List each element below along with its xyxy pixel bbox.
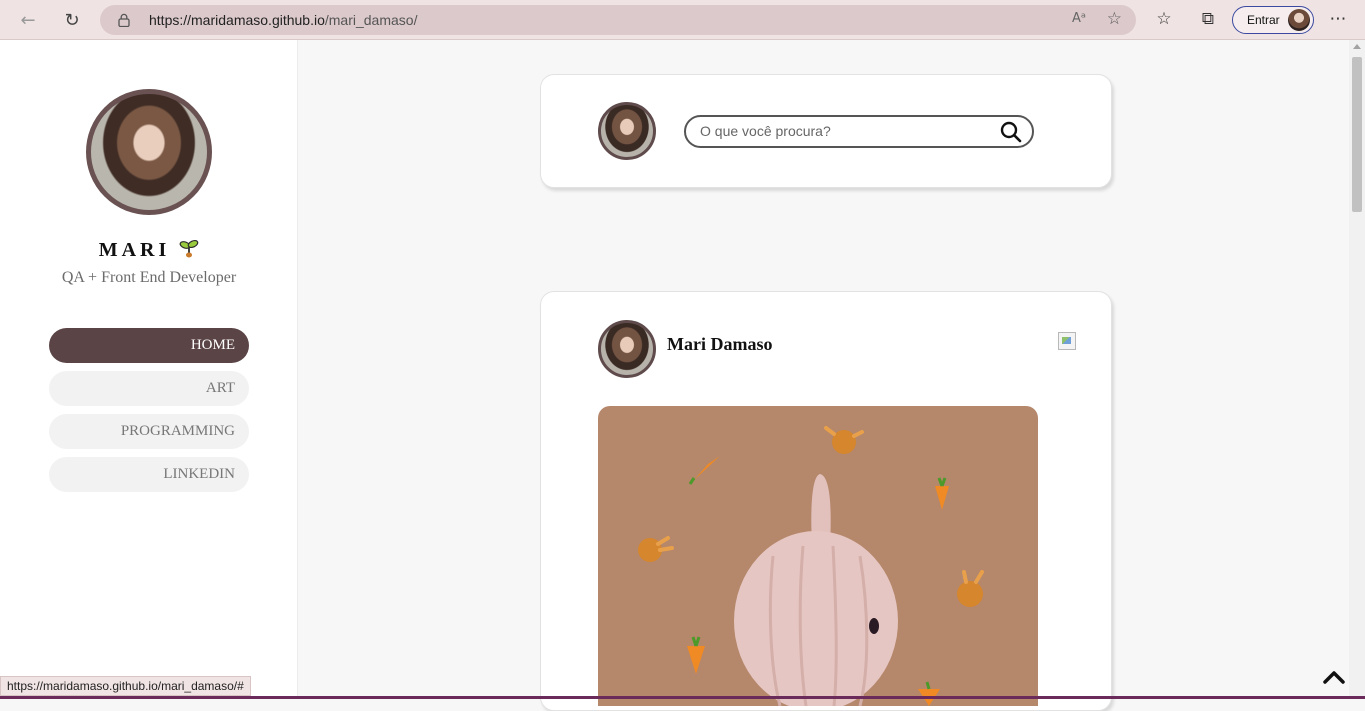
scrollbar-thumb[interactable] bbox=[1352, 57, 1362, 212]
pink-creature bbox=[734, 474, 898, 706]
profile-name-text: MARI bbox=[98, 239, 171, 261]
broken-image-icon[interactable] bbox=[1058, 332, 1076, 350]
address-bar[interactable]: https://maridamaso.github.io/mari_damaso… bbox=[100, 5, 1136, 35]
url-host: https://maridamaso.github.io bbox=[149, 12, 325, 28]
bunny-icon bbox=[957, 570, 984, 607]
reload-icon[interactable]: ↻ bbox=[60, 8, 84, 32]
signin-label: Entrar bbox=[1247, 13, 1280, 27]
carrot-icon bbox=[687, 636, 705, 674]
profile-name: MARI bbox=[0, 238, 298, 262]
url-text: https://maridamaso.github.io/mari_damaso… bbox=[149, 12, 417, 28]
favorites-icon[interactable]: ☆ bbox=[1153, 8, 1175, 30]
more-icon[interactable]: ⋯ bbox=[1327, 8, 1349, 30]
sidebar: MARI QA + Front End Developer HOME ART P… bbox=[0, 40, 298, 699]
browser-toolbar: ← ↻ https://maridamaso.github.io/mari_da… bbox=[0, 0, 1365, 40]
url-path: /mari_damaso/ bbox=[324, 12, 418, 28]
scrollbar[interactable] bbox=[1349, 40, 1365, 699]
search-avatar bbox=[598, 102, 656, 160]
lock-icon bbox=[118, 13, 130, 27]
status-bar-url: https://maridamaso.github.io/mari_damaso… bbox=[0, 676, 251, 696]
profile-avatar bbox=[1288, 9, 1310, 31]
nav-home[interactable]: HOME bbox=[49, 328, 249, 363]
scroll-up-arrow[interactable] bbox=[1353, 44, 1361, 49]
profile-role: QA + Front End Developer bbox=[61, 269, 237, 286]
post-image bbox=[598, 406, 1038, 706]
nav-linkedin[interactable]: LINKEDIN bbox=[49, 457, 249, 492]
profile-photo bbox=[86, 89, 212, 215]
post-author-name: Mari Damaso bbox=[667, 334, 773, 354]
carrot-icon bbox=[918, 681, 940, 706]
bunny-icon bbox=[638, 536, 674, 562]
search-icon[interactable] bbox=[1000, 121, 1022, 143]
search-input[interactable] bbox=[700, 123, 990, 139]
nav-art[interactable]: ART bbox=[49, 371, 249, 406]
post-card: Mari Damaso bbox=[540, 291, 1112, 711]
signin-button[interactable]: Entrar bbox=[1232, 6, 1314, 34]
carrot-icon bbox=[935, 477, 949, 510]
collections-icon[interactable]: ⧉ bbox=[1197, 8, 1219, 30]
post-artwork bbox=[638, 426, 984, 706]
search-card bbox=[540, 74, 1112, 188]
read-aloud-icon[interactable]: Aᵃ bbox=[1072, 11, 1086, 26]
back-to-top-icon[interactable] bbox=[1322, 668, 1346, 686]
nav-programming[interactable]: PROGRAMMING bbox=[49, 414, 249, 449]
search-box bbox=[684, 115, 1034, 148]
add-favorite-icon[interactable]: ☆ bbox=[1107, 9, 1122, 29]
sprout-icon bbox=[179, 239, 199, 258]
bunny-icon bbox=[824, 426, 864, 454]
post-author-avatar bbox=[598, 320, 656, 378]
carrot-icon bbox=[688, 456, 720, 485]
back-icon[interactable]: ← bbox=[16, 8, 40, 32]
